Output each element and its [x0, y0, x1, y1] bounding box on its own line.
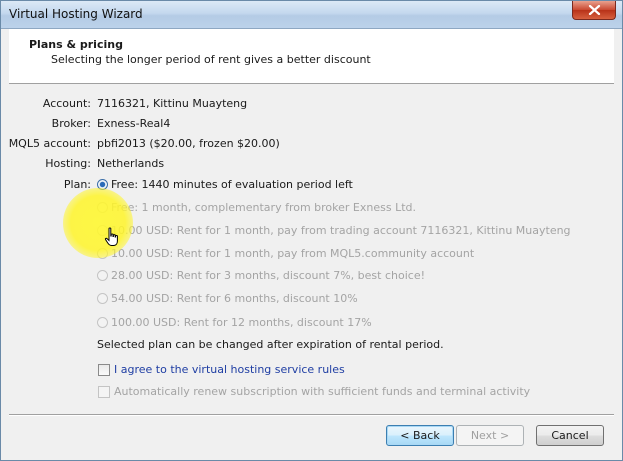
cancel-button[interactable]: Cancel — [536, 425, 604, 446]
mql5-account-label: MQL5 account: — [8, 137, 91, 150]
plan-option-label[interactable]: 100.00 USD: Rent for 12 months, discount… — [111, 316, 372, 329]
agree-checkbox[interactable] — [98, 364, 110, 376]
next-button[interactable]: Next > — [456, 425, 524, 446]
close-button[interactable] — [572, 1, 616, 20]
broker-value: Exness-Real4 — [97, 117, 171, 130]
plan-radio-12-months[interactable] — [97, 317, 108, 328]
broker-label: Broker: — [51, 117, 91, 130]
hosting-value: Netherlands — [97, 157, 165, 170]
back-button[interactable]: < Back — [386, 425, 454, 446]
wizard-header: Plans & pricing Selecting the longer per… — [9, 29, 614, 84]
plan-note: Selected plan can be changed after expir… — [97, 338, 444, 351]
auto-renew-checkbox[interactable] — [98, 386, 110, 398]
plan-option-label[interactable]: 10.00 USD: Rent for 1 month, pay from MQ… — [111, 247, 474, 260]
plan-radio-1-month-trading[interactable] — [97, 225, 108, 236]
title-bar[interactable]: Virtual Hosting Wizard — [1, 1, 622, 29]
plan-option-label[interactable]: 10.00 USD: Rent for 1 month, pay from tr… — [111, 224, 571, 237]
mql5-account-value: pbfi2013 ($20.00, frozen $20.00) — [97, 137, 280, 150]
plan-radio-3-months[interactable] — [97, 270, 108, 281]
page-title: Plans & pricing — [29, 38, 123, 51]
close-icon — [588, 5, 601, 15]
plan-radio-free-trial[interactable] — [97, 179, 108, 190]
window-title: Virtual Hosting Wizard — [9, 7, 143, 21]
account-value: 7116321, Kittinu Muayteng — [97, 97, 248, 110]
auto-renew-label: Automatically renew subscription with su… — [114, 385, 531, 398]
plan-option-label[interactable]: 54.00 USD: Rent for 6 months, discount 1… — [111, 292, 358, 305]
plan-radio-1-month-mql5[interactable] — [97, 248, 108, 259]
account-label: Account: — [42, 97, 91, 110]
plan-option-label[interactable]: Free: 1 month, complementary from broker… — [111, 201, 416, 214]
plan-option-label[interactable]: 28.00 USD: Rent for 3 months, discount 7… — [111, 269, 425, 282]
footer-divider — [9, 414, 614, 416]
agree-rules-link[interactable]: I agree to the virtual hosting service r… — [114, 363, 345, 376]
hosting-label: Hosting: — [45, 157, 91, 170]
plan-option-label[interactable]: Free: 1440 minutes of evaluation period … — [111, 178, 353, 191]
plan-radio-6-months[interactable] — [97, 293, 108, 304]
page-subtitle: Selecting the longer period of rent give… — [51, 53, 371, 66]
plan-radio-free-month[interactable] — [97, 202, 108, 213]
wizard-window: Virtual Hosting Wizard Plans & pricing S… — [0, 0, 623, 461]
plan-label: Plan: — [63, 178, 91, 191]
